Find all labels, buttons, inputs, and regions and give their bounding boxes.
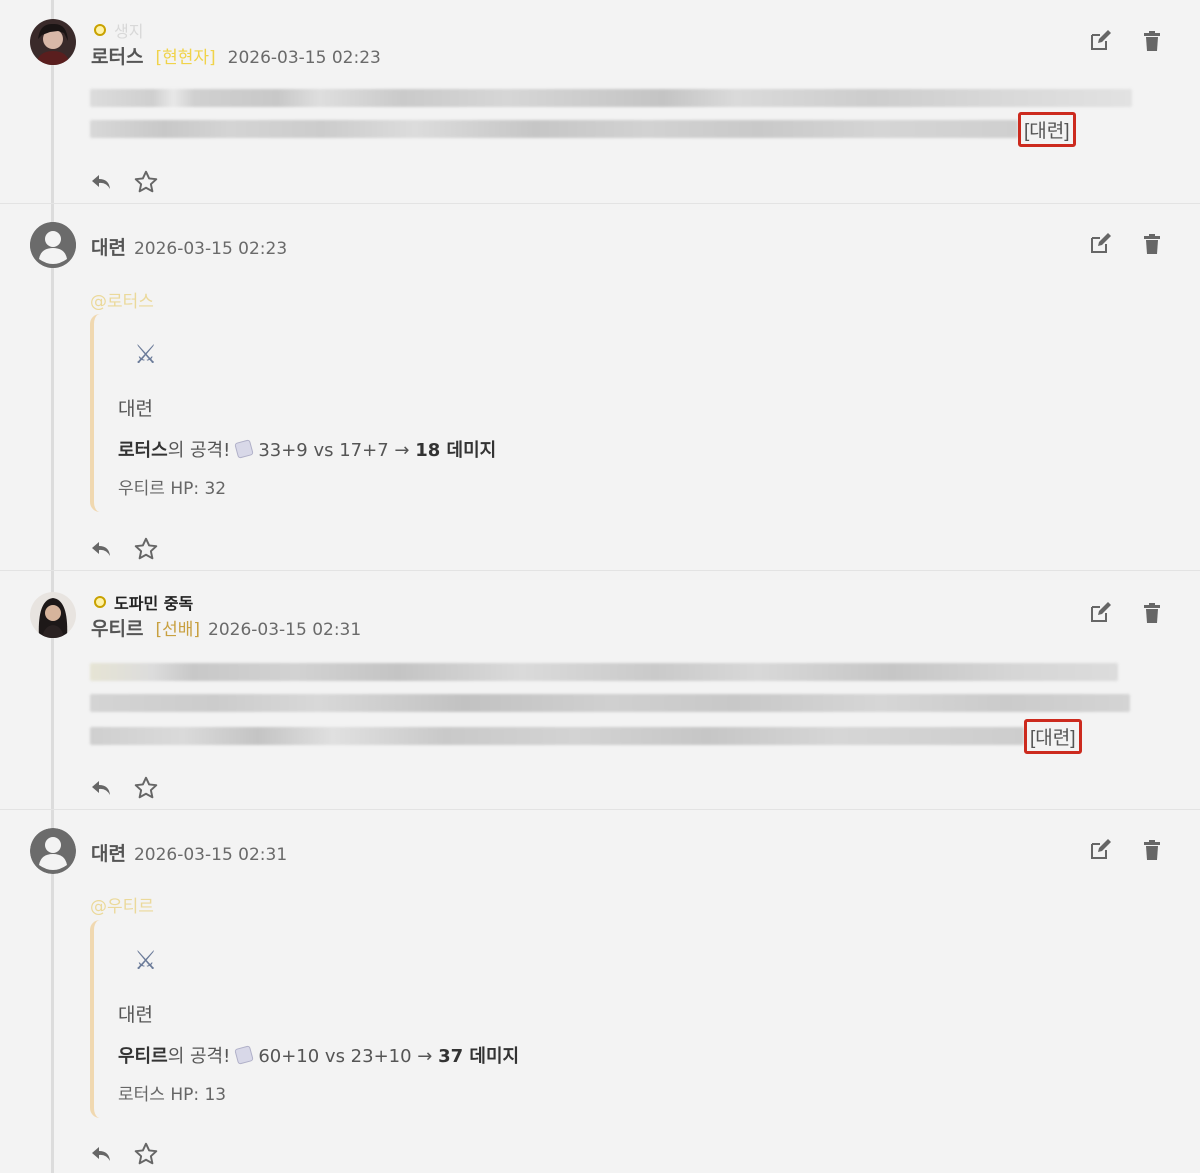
attacker-name: 로터스 <box>118 440 168 461</box>
blurred-text <box>90 694 1130 712</box>
edit-icon <box>1091 839 1111 859</box>
default-user-icon <box>30 828 76 874</box>
blurred-text <box>90 663 1118 681</box>
edit-icon <box>1091 233 1111 253</box>
comment-header: 우티르 [선배] 2026-03-15 02:31 <box>91 614 361 641</box>
reply-icon <box>92 781 110 795</box>
comment-4: 대련 2026-03-15 02:31 @우티르 ⚔ 대련 우티르의 공격! 60… <box>0 810 1200 1173</box>
crossed-swords-icon: ⚔ <box>134 946 158 976</box>
avatar[interactable] <box>30 19 76 65</box>
favorite-button[interactable] <box>133 536 159 562</box>
battle-title: 대련 <box>118 1004 153 1026</box>
reply-button[interactable] <box>89 1142 115 1168</box>
comment-header: 대련 2026-03-15 02:31 <box>91 839 287 866</box>
delete-button[interactable] <box>1140 29 1166 55</box>
attack-suffix: 의 공격! <box>167 1046 231 1067</box>
author-name[interactable]: 대련 <box>91 839 126 866</box>
comment-2: 대련 2026-03-15 02:23 @로터스 ⚔ 대련 로터스의 공격! 33… <box>0 204 1200 570</box>
trash-icon <box>1144 31 1160 51</box>
author-name[interactable]: 대련 <box>91 233 126 260</box>
avatar[interactable] <box>30 592 76 638</box>
hp-text: 로터스 HP: 13 <box>118 1085 227 1105</box>
favorite-button[interactable] <box>133 1141 159 1167</box>
user-badge: 생지 <box>94 18 143 42</box>
battle-quote: ⚔ 대련 우티르의 공격! 60+10 vs 23+10 → 37 데미지 로터스… <box>90 920 614 1118</box>
highlighted-tag: [대련] <box>1024 719 1082 754</box>
badge-label: 도파민 중독 <box>114 594 194 613</box>
attacker-name: 우티르 <box>118 1046 168 1067</box>
trash-icon <box>1144 840 1160 860</box>
user-badge: 도파민 중독 <box>94 590 193 614</box>
edit-button[interactable] <box>1088 838 1114 864</box>
delete-button[interactable] <box>1140 838 1166 864</box>
attack-line: 우티르의 공격! 60+10 vs 23+10 → 37 데미지 <box>118 1042 519 1068</box>
mention-link[interactable]: @우티르 <box>90 892 154 917</box>
favorite-button[interactable] <box>133 775 159 801</box>
reply-icon <box>92 542 110 556</box>
reply-button[interactable] <box>89 170 115 196</box>
default-user-icon <box>30 222 76 268</box>
comment-3: 도파민 중독 우티르 [선배] 2026-03-15 02:31 [대련] <box>0 571 1200 809</box>
badge-icon <box>94 24 106 36</box>
comment-header: 로터스 [현현자] 2026-03-15 02:23 <box>91 42 381 69</box>
delete-button[interactable] <box>1140 601 1166 627</box>
reply-button[interactable] <box>89 537 115 563</box>
author-name[interactable]: 로터스 <box>91 42 143 69</box>
avatar[interactable] <box>30 828 76 874</box>
timestamp: 2026-03-15 02:23 <box>227 48 381 68</box>
roll-text: 60+10 vs 23+10 → <box>258 1046 433 1067</box>
timestamp: 2026-03-15 02:23 <box>133 239 288 259</box>
trash-icon <box>1144 234 1160 254</box>
timestamp: 2026-03-15 02:31 <box>208 620 362 640</box>
timestamp: 2026-03-15 02:31 <box>133 845 288 865</box>
hp-text: 우티르 HP: 32 <box>118 479 227 499</box>
blurred-text <box>90 120 1018 138</box>
damage-text: 18 데미지 <box>415 440 497 461</box>
trash-icon <box>1144 603 1160 623</box>
author-name[interactable]: 우티르 <box>91 614 143 641</box>
avatar[interactable] <box>30 222 76 268</box>
star-icon <box>134 1142 158 1165</box>
roll-text: 33+9 vs 17+7 → <box>258 440 410 461</box>
battle-quote: ⚔ 대련 로터스의 공격! 33+9 vs 17+7 → 18 데미지 우티르 H… <box>90 314 614 512</box>
blurred-text <box>90 727 1024 745</box>
dice-icon <box>234 1045 255 1065</box>
badge-icon <box>94 596 106 608</box>
reply-icon <box>92 175 110 189</box>
dice-icon <box>234 439 255 459</box>
star-icon <box>134 170 158 193</box>
edit-icon <box>1091 30 1111 50</box>
mention-link[interactable]: @로터스 <box>90 287 154 312</box>
comment-1: 생지 로터스 [현현자] 2026-03-15 02:23 [대련] <box>0 0 1200 204</box>
edit-button[interactable] <box>1088 601 1114 627</box>
damage-text: 37 데미지 <box>438 1046 520 1067</box>
edit-icon <box>1091 602 1111 622</box>
highlighted-tag: [대련] <box>1018 112 1076 147</box>
battle-title: 대련 <box>118 398 153 420</box>
reply-button[interactable] <box>89 776 115 802</box>
edit-button[interactable] <box>1088 232 1114 258</box>
star-icon <box>134 537 158 560</box>
star-icon <box>134 776 158 799</box>
blurred-text <box>90 89 1132 107</box>
reply-icon <box>92 1147 110 1161</box>
user-tag: [현현자] <box>155 48 216 68</box>
attack-suffix: 의 공격! <box>167 440 231 461</box>
crossed-swords-icon: ⚔ <box>134 340 158 370</box>
comment-header: 대련 2026-03-15 02:23 <box>91 233 287 260</box>
delete-button[interactable] <box>1140 232 1166 258</box>
badge-label: 생지 <box>114 22 144 41</box>
edit-button[interactable] <box>1088 29 1114 55</box>
user-tag: [선배] <box>155 620 200 640</box>
favorite-button[interactable] <box>133 169 159 195</box>
attack-line: 로터스의 공격! 33+9 vs 17+7 → 18 데미지 <box>118 436 496 462</box>
